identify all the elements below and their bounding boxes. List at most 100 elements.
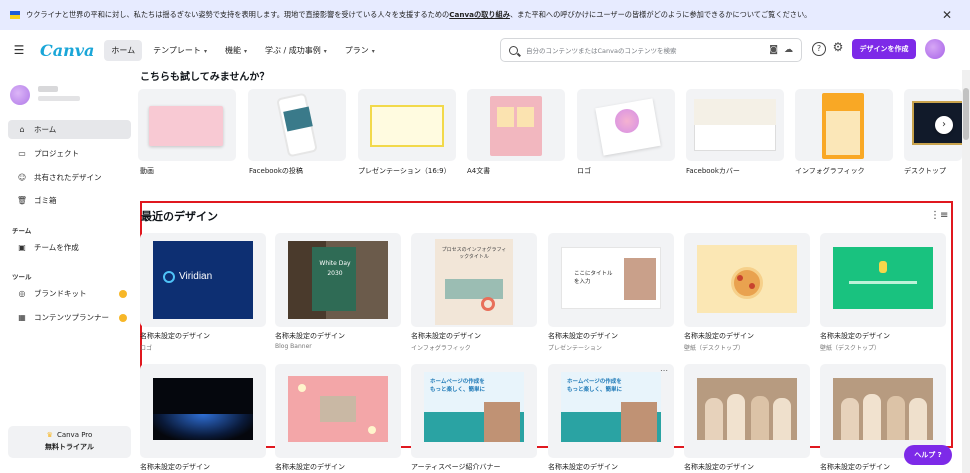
template-label[interactable]: 動画 (140, 166, 154, 176)
nav-templates[interactable]: テンプレート ▾ (146, 40, 214, 61)
sidebar-item-projects[interactable]: ▭ プロジェクト (8, 144, 131, 163)
template-label[interactable]: ロゴ (577, 166, 591, 176)
nav-plans[interactable]: プラン ▾ (338, 40, 382, 61)
banner-link[interactable]: Canvaの取り組み (449, 10, 510, 19)
design-card[interactable] (820, 233, 946, 327)
template-card-desktop[interactable] (904, 89, 962, 161)
ukraine-flag-icon (10, 11, 20, 19)
template-card-a4-document[interactable] (467, 89, 565, 161)
sidebar-item-home[interactable]: ⌂ ホーム (8, 120, 131, 139)
shared-users-icon: ☺ (17, 173, 27, 182)
chevron-down-icon: ▾ (243, 47, 247, 55)
recent-title: 最近のデザイン (141, 210, 218, 223)
trial-label: Canva Pro (56, 431, 93, 439)
design-title[interactable]: 名称未設定のデザイン (275, 331, 345, 341)
list-view-icon[interactable]: ⋮≡ (930, 210, 948, 221)
close-icon[interactable]: ✕ (942, 8, 952, 22)
template-card-facebook-cover[interactable] (686, 89, 784, 161)
thumb-text: White Day 2030 (319, 260, 351, 277)
design-card[interactable] (684, 233, 810, 327)
create-design-button[interactable]: デザインを作成 (852, 39, 916, 59)
design-card[interactable]: ここにタイトルを入力 (548, 233, 674, 327)
thumb-text: プロセスのインフォグラフィックタイトル (441, 247, 507, 260)
sidebar-item-brand-kit[interactable]: ◎ ブランドキット (8, 284, 131, 303)
thumb-text: ホームページの作成をもっと楽しく、簡単に (430, 379, 486, 393)
thumb-text: ホームページの作成をもっと楽しく、簡単に (567, 379, 623, 393)
profile[interactable] (10, 84, 130, 106)
page-scrollbar[interactable] (962, 70, 970, 473)
calendar-icon: ▦ (18, 313, 26, 322)
design-title[interactable]: 名称未設定のデザイン (684, 462, 754, 472)
design-title[interactable]: アーティスページ紹介バナー (411, 462, 501, 472)
more-options-icon[interactable]: ⋯ (660, 366, 668, 375)
scroll-thumb[interactable] (963, 88, 969, 140)
search-input[interactable]: 自分のコンテンツまたはCanvaのコンテンツを検索 (526, 45, 763, 55)
nav-home[interactable]: ホーム (104, 39, 143, 61)
nav-learn[interactable]: 学ぶ / 成功事例 ▾ (258, 40, 334, 61)
avatar[interactable] (925, 39, 945, 59)
design-type: プレゼンテーション (548, 345, 602, 352)
design-card[interactable] (820, 364, 946, 458)
avatar (10, 85, 30, 105)
template-label[interactable]: A4文書 (467, 166, 490, 176)
home-icon: ⌂ (19, 125, 25, 134)
template-label[interactable]: Facebookカバー (686, 166, 740, 176)
crown-icon: ♛ (46, 431, 53, 439)
template-label[interactable]: Facebookの投稿 (249, 166, 303, 176)
design-title[interactable]: 名称未設定のデザイン (684, 331, 754, 341)
design-type: 壁紙（デスクトップ） (684, 345, 745, 352)
design-card[interactable]: ホームページの作成をもっと楽しく、簡単に (411, 364, 537, 458)
camera-icon[interactable]: ◙ (769, 45, 778, 55)
design-title[interactable]: 名称未設定のデザイン (548, 462, 618, 472)
template-card-video[interactable] (138, 89, 236, 161)
sidebar-item-shared[interactable]: ☺ 共有されたデザイン (8, 168, 131, 187)
chevron-down-icon: ▾ (203, 47, 207, 55)
template-label[interactable]: プレゼンテーション（16:9） (358, 166, 451, 176)
design-card[interactable]: White Day 2030 (275, 233, 401, 327)
design-title[interactable]: 名称未設定のデザイン (820, 331, 890, 341)
design-card[interactable] (275, 364, 401, 458)
profile-sub-blurred (38, 96, 80, 101)
banner-text: ウクライナと世界の平和に対し、私たちは揺るぎない姿勢で支持を表明します。現地で直… (26, 10, 812, 19)
design-title[interactable]: 名称未設定のデザイン (820, 462, 890, 472)
design-title[interactable]: 名称未設定のデザイン (411, 331, 481, 341)
design-title[interactable]: 名称未設定のデザイン (140, 462, 210, 472)
design-type: ロゴ (140, 345, 153, 352)
template-card-presentation[interactable] (358, 89, 456, 161)
design-card[interactable] (684, 364, 810, 458)
design-card[interactable]: プロセスのインフォグラフィックタイトル (411, 233, 537, 327)
pro-trial-button[interactable]: ♛ Canva Pro 無料トライアル (8, 426, 131, 458)
help-icon[interactable]: ? (812, 42, 826, 56)
design-card[interactable]: Viridian (140, 233, 266, 327)
sidebar-item-create-team[interactable]: ▣ チームを作成 (8, 238, 131, 257)
upload-cloud-icon[interactable]: ☁ (784, 45, 793, 55)
chevron-down-icon: ▾ (371, 47, 375, 55)
search-bar[interactable]: 自分のコンテンツまたはCanvaのコンテンツを検索 ◙ ☁ (500, 38, 802, 62)
design-card[interactable]: ホームページの作成をもっと楽しく、簡単に ⋯ (548, 364, 674, 458)
design-title[interactable]: 名称未設定のデザイン (140, 331, 210, 341)
template-label[interactable]: デスクトップ (904, 166, 946, 176)
template-label[interactable]: インフォグラフィック (795, 166, 865, 176)
thumb-text: ここにタイトルを入力 (574, 271, 613, 285)
template-card-facebook-post[interactable] (248, 89, 346, 161)
sidebar-item-trash[interactable]: 🗑 ゴミ箱 (8, 191, 131, 210)
profile-name-blurred (38, 86, 58, 92)
design-title[interactable]: 名称未設定のデザイン (548, 331, 618, 341)
suggest-title: こちらも試してみませんか？ (140, 72, 270, 83)
template-card-infographic[interactable] (795, 89, 893, 161)
menu-icon[interactable]: ☰ (6, 43, 32, 57)
crown-icon (119, 314, 127, 322)
template-card-logo[interactable] (577, 89, 675, 161)
nav-features[interactable]: 機能 ▾ (218, 40, 254, 61)
trial-cta: 無料トライアル (45, 443, 94, 451)
carousel-next-button[interactable]: › (935, 116, 953, 134)
design-card[interactable] (140, 364, 266, 458)
design-title[interactable]: 名称未設定のデザイン (275, 462, 345, 472)
canva-logo[interactable]: Canva (40, 41, 94, 60)
main-content: こちらも試してみませんか？ › 動画 Facebookの投稿 プレゼンテーション… (138, 70, 962, 473)
gear-icon[interactable]: ⚙ (831, 41, 845, 56)
help-button[interactable]: ヘルプ ? (904, 445, 952, 465)
sidebar-item-content-planner[interactable]: ▦ コンテンツプランナー (8, 308, 131, 327)
design-type: Blog Banner (275, 343, 312, 350)
design-type: 壁紙（デスクトップ） (820, 345, 881, 352)
